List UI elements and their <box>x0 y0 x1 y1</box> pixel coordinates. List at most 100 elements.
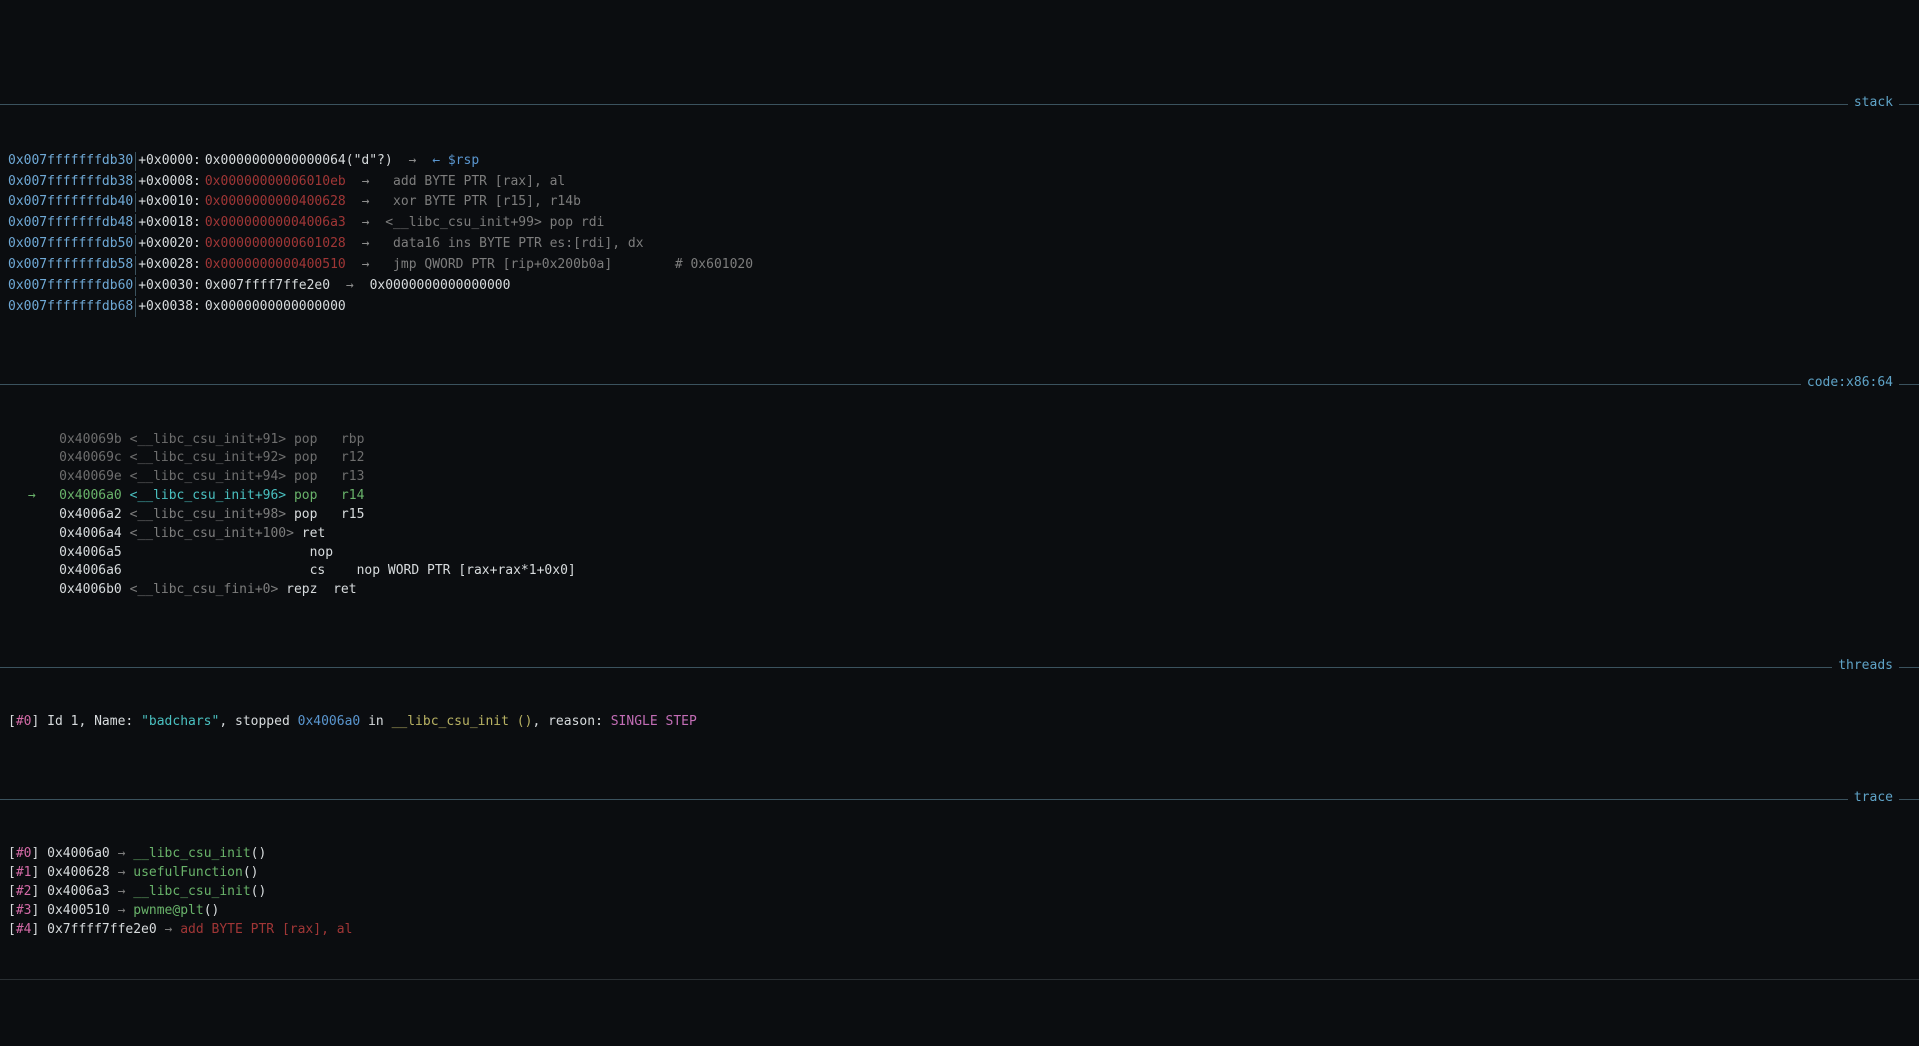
trace-func: add BYTE PTR [rax], al <box>180 922 352 937</box>
stack-address: 0x007fffffffdb38 <box>8 173 136 192</box>
trace-suffix: () <box>251 884 267 899</box>
stack-row: 0x007fffffffdb48+0x0018:0x00000000004006… <box>0 213 1919 234</box>
stack-row: 0x007fffffffdb38+0x0008:0x00000000006010… <box>0 172 1919 193</box>
disasm-row: 0x40069b <__libc_csu_init+91> pop rbp <box>0 431 1919 450</box>
trace-row: [#1] 0x400628 → usefulFunction() <box>0 864 1919 883</box>
disasm-mnemonic: pop <box>294 432 317 447</box>
disasm-address: 0x40069b <box>59 432 122 447</box>
stack-value: 0x007ffff7ffe2e0 <box>205 277 330 296</box>
section-header-stack: stack <box>0 94 1919 113</box>
current-instruction-arrow-icon: → <box>20 488 59 503</box>
stack-deref: <__libc_csu_init+99> pop rdi <box>385 214 604 233</box>
disasm-address: 0x4006a5 <box>59 545 122 560</box>
arrow-right-icon: → <box>346 173 385 192</box>
stack-value: 0x0000000000000064 <box>205 152 346 171</box>
section-header-code: code:x86:64 <box>0 374 1919 393</box>
trace-index: #3 <box>16 903 32 918</box>
stack-value: 0x00000000004006a3 <box>205 214 346 233</box>
trace-address: 0x4006a3 <box>47 884 110 899</box>
arrow-right-icon: → <box>346 235 385 254</box>
stack-address: 0x007fffffffdb30 <box>8 152 136 171</box>
stack-offset: +0x0038: <box>136 298 205 317</box>
section-header-trace: trace <box>0 789 1919 808</box>
stack-offset: +0x0010: <box>136 193 205 212</box>
disasm-row: 0x4006a4 <__libc_csu_init+100> ret <box>0 525 1919 544</box>
disasm-operands: r14 <box>317 488 364 503</box>
stack-address: 0x007fffffffdb60 <box>8 277 136 296</box>
stack-deref: 0x0000000000000000 <box>370 277 511 296</box>
disasm-address: 0x40069c <box>59 450 122 465</box>
stack-address: 0x007fffffffdb68 <box>8 298 136 317</box>
disasm-symbol: <__libc_csu_init+92> <box>130 450 287 465</box>
trace-index: #4 <box>16 922 32 937</box>
disasm-gutter <box>20 582 59 597</box>
trace-panel: [#0] 0x4006a0 → __libc_csu_init()[#1] 0x… <box>0 845 1919 939</box>
stack-offset: +0x0018: <box>136 214 205 233</box>
arrow-right-icon: → <box>346 214 385 233</box>
trace-func: __libc_csu_init <box>133 846 250 861</box>
stack-value: 0x0000000000400628 <box>205 193 346 212</box>
disasm-row: → 0x4006a0 <__libc_csu_init+96> pop r14 <box>0 487 1919 506</box>
stack-row: 0x007fffffffdb68+0x0038:0x00000000000000… <box>0 297 1919 318</box>
stack-offset: +0x0028: <box>136 256 205 275</box>
disasm-operands: r13 <box>317 469 364 484</box>
trace-suffix: () <box>204 903 220 918</box>
disasm-operands: r15 <box>317 507 364 522</box>
trace-row: [#4] 0x7ffff7ffe2e0 → add BYTE PTR [rax]… <box>0 921 1919 940</box>
thread-prefix: Id 1, Name: <box>47 714 141 729</box>
disasm-symbol: <__libc_csu_init+100> <box>130 526 294 541</box>
thread-index: #0 <box>16 714 32 729</box>
disasm-operands <box>325 526 348 541</box>
disasm-symbol: <__libc_csu_fini+0> <box>130 582 279 597</box>
disasm-row: 0x4006b0 <__libc_csu_fini+0> repz ret <box>0 581 1919 600</box>
disasm-operands: r12 <box>317 450 364 465</box>
stack-panel: 0x007fffffffdb30+0x0000:0x00000000000000… <box>0 151 1919 318</box>
stack-value: 0x0000000000000000 <box>205 298 346 317</box>
disasm-row: 0x40069c <__libc_csu_init+92> pop r12 <box>0 449 1919 468</box>
section-title-stack: stack <box>1848 94 1899 113</box>
stack-deref: data16 ins BYTE PTR es:[rdi], dx <box>385 235 643 254</box>
disasm-address: 0x4006a4 <box>59 526 122 541</box>
stack-address: 0x007fffffffdb58 <box>8 256 136 275</box>
trace-address: 0x4006a0 <box>47 846 110 861</box>
disasm-symbol: <__libc_csu_init+94> <box>130 469 287 484</box>
section-header-threads: threads <box>0 657 1919 676</box>
disasm-gutter <box>20 450 59 465</box>
disasm-gutter <box>20 469 59 484</box>
trace-suffix: () <box>243 865 259 880</box>
trace-address: 0x400510 <box>47 903 110 918</box>
trace-suffix: () <box>251 846 267 861</box>
arrow-right-icon: → <box>393 152 432 171</box>
arrow-right-icon: → <box>346 193 385 212</box>
disasm-gutter <box>20 545 59 560</box>
disasm-address: 0x4006a0 <box>59 488 122 503</box>
disasm-row: 0x4006a6 cs nop WORD PTR [rax+rax*1+0x0] <box>0 562 1919 581</box>
stack-address: 0x007fffffffdb48 <box>8 214 136 233</box>
disasm-symbol: <__libc_csu_init+91> <box>130 432 287 447</box>
thread-stopped-label: , stopped <box>219 714 297 729</box>
stack-offset: +0x0000: <box>136 152 205 171</box>
trace-index: #0 <box>16 846 32 861</box>
stack-value: 0x0000000000601028 <box>205 235 346 254</box>
stack-offset: +0x0030: <box>136 277 205 296</box>
arrow-right-icon: → <box>157 922 180 937</box>
stack-offset: +0x0020: <box>136 235 205 254</box>
arrow-right-icon: → <box>110 865 133 880</box>
disasm-address: 0x4006b0 <box>59 582 122 597</box>
disasm-gutter <box>20 507 59 522</box>
trace-row: [#2] 0x4006a3 → __libc_csu_init() <box>0 883 1919 902</box>
stack-register-hint: ← $rsp <box>432 152 479 171</box>
thread-name: "badchars" <box>141 714 219 729</box>
arrow-right-icon: → <box>330 277 369 296</box>
disasm-symbol <box>130 545 302 560</box>
disasm-mnemonic: repz <box>286 582 317 597</box>
stack-row: 0x007fffffffdb50+0x0020:0x00000000006010… <box>0 234 1919 255</box>
disasm-symbol: <__libc_csu_init+98> <box>130 507 287 522</box>
stack-address: 0x007fffffffdb40 <box>8 193 136 212</box>
trace-func: pwnme@plt <box>133 903 203 918</box>
stack-deref: jmp QWORD PTR [rip+0x200b0a] # 0x601020 <box>385 256 761 275</box>
thread-row: [#0] Id 1, Name: "badchars", stopped 0x4… <box>0 713 1919 732</box>
disasm-operands: ret <box>317 582 356 597</box>
disasm-gutter <box>20 563 59 578</box>
disasm-mnemonic: cs <box>310 563 333 578</box>
